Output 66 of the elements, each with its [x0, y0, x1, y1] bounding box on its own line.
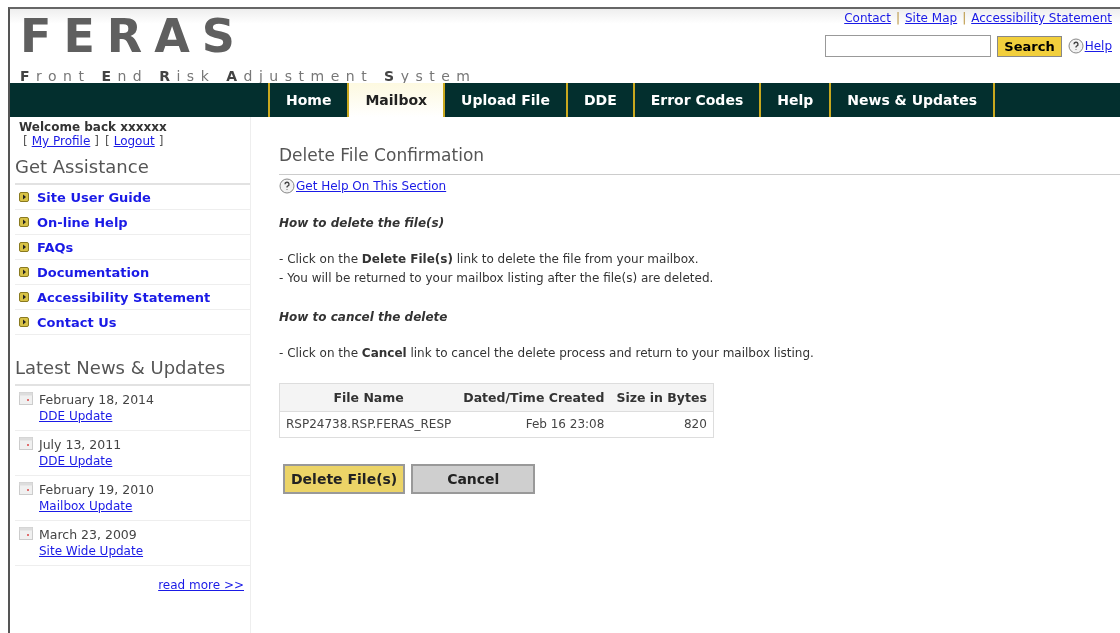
search-button[interactable]: Search — [997, 35, 1062, 57]
bracket: [ — [23, 134, 28, 148]
bracket: [ — [104, 134, 110, 148]
column-header: Size in Bytes — [610, 383, 714, 412]
news-date: July 13, 2011 — [39, 437, 122, 452]
top-link[interactable]: Accessibility Statement — [971, 11, 1112, 25]
separator: | — [962, 11, 967, 25]
news-link[interactable]: Site Wide Update — [39, 544, 144, 558]
account-link[interactable]: My Profile — [31, 134, 91, 148]
bracket: ] — [158, 134, 164, 148]
column-header: Dated/Time Created — [457, 383, 611, 412]
news-date: March 23, 2009 — [39, 527, 138, 542]
separator: | — [895, 11, 900, 25]
calendar-icon — [19, 392, 33, 405]
instruction-text: - Click on the Cancel link to cancel the delete process and return to your mailbox listing. — [279, 345, 814, 362]
assistance-link[interactable]: Contact Us — [37, 314, 117, 330]
instruction-text: - You will be returned to your mailbox listing after the file(s) are deleted. — [279, 270, 714, 287]
table-cell: Feb 16 23:08 — [457, 411, 611, 438]
delete-button[interactable]: Delete File(s) — [283, 464, 406, 494]
assistance-link[interactable]: FAQs — [37, 239, 74, 255]
section-title: Latest News & Updates — [15, 349, 250, 386]
table-cell: 820 — [610, 411, 714, 438]
logo: FERAS — [20, 13, 248, 59]
news-date: February 18, 2014 — [39, 392, 155, 407]
calendar-icon — [19, 437, 33, 450]
help-icon — [1067, 38, 1084, 54]
bullet-icon — [19, 292, 29, 302]
top-link[interactable]: Site Map — [904, 11, 958, 25]
assistance-link[interactable]: On-line Help — [37, 214, 128, 230]
read-more-link[interactable]: read more >> — [158, 578, 244, 592]
nav-tab[interactable]: Help — [759, 83, 830, 117]
section-heading: How to cancel the delete — [279, 310, 448, 324]
section-heading: How to delete the file(s) — [279, 216, 445, 230]
bullet-icon — [19, 317, 29, 327]
help-icon — [279, 178, 295, 194]
assistance-link[interactable]: Documentation — [37, 264, 150, 280]
welcome-text: Welcome back xxxxxx — [18, 119, 168, 134]
assistance-link[interactable]: Site User Guide — [37, 189, 151, 205]
help-link[interactable]: Help — [1084, 39, 1112, 53]
nav-tab[interactable]: Mailbox — [347, 83, 444, 117]
nav-tab[interactable]: News & Updates — [829, 83, 996, 117]
bullet-icon — [19, 192, 29, 202]
column-header: File Name — [279, 383, 458, 412]
nav-tab[interactable]: DDE — [565, 83, 633, 117]
help-link[interactable]: Get Help On This Section — [296, 179, 447, 193]
nav-tab[interactable]: Upload File — [443, 83, 566, 117]
news-date: February 19, 2010 — [39, 482, 155, 497]
bullet-icon — [19, 217, 29, 227]
news-link[interactable]: DDE Update — [39, 454, 122, 468]
news-link[interactable]: Mailbox Update — [39, 499, 155, 513]
account-link[interactable]: Logout — [113, 134, 155, 148]
table-cell: RSP24738.RSP.FERAS_RESP — [279, 411, 458, 438]
search-field[interactable] — [825, 35, 992, 57]
nav-tab[interactable]: Error Codes — [632, 83, 760, 117]
bracket: ] — [94, 134, 99, 148]
section-title: Get Assistance — [15, 148, 250, 185]
bullet-icon — [19, 242, 29, 252]
news-link[interactable]: DDE Update — [39, 409, 155, 423]
top-link[interactable]: Contact — [844, 11, 891, 25]
cancel-button[interactable]: Cancel — [411, 464, 536, 494]
assistance-link[interactable]: Accessibility Statement — [37, 289, 211, 305]
bullet-icon — [19, 267, 29, 277]
calendar-icon — [19, 527, 33, 540]
calendar-icon — [19, 482, 33, 495]
instruction-text: - Click on the Delete File(s) link to delete the file from your mailbox. — [279, 251, 699, 268]
page-title: Delete File Confirmation — [279, 145, 1120, 175]
